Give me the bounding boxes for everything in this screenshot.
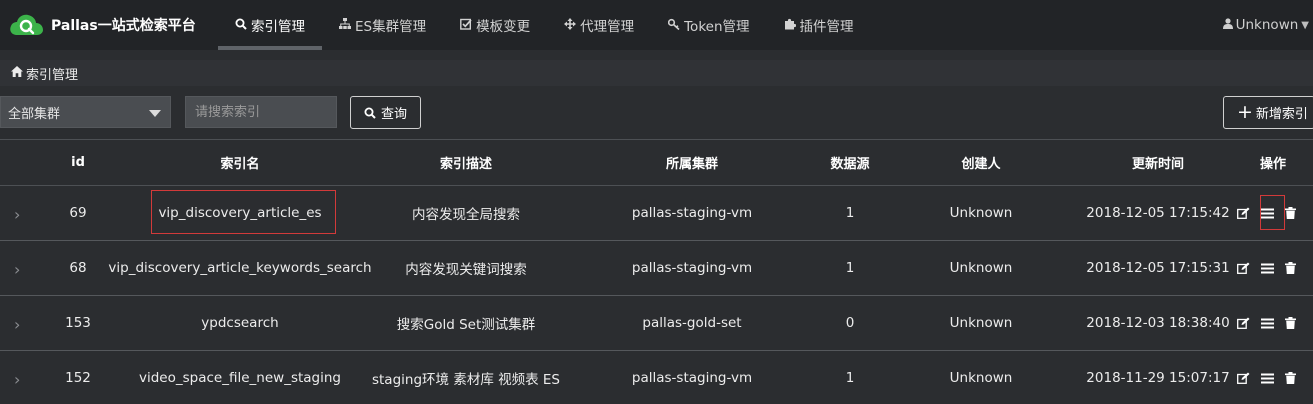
nav-label: 插件管理 bbox=[799, 19, 854, 35]
edit-icon[interactable] bbox=[1236, 317, 1250, 329]
menu-list-icon[interactable] bbox=[1259, 318, 1275, 329]
query-button[interactable]: 查询 bbox=[350, 96, 421, 129]
caret-down-icon bbox=[149, 110, 161, 117]
trash-icon[interactable] bbox=[1284, 262, 1296, 274]
nav-label: 模板变更 bbox=[476, 19, 531, 35]
cell-description: 内容发现关键词搜索 bbox=[405, 262, 527, 278]
edit-icon[interactable] bbox=[1236, 207, 1250, 219]
nav-tab-plugin[interactable]: 插件管理 bbox=[767, 0, 871, 50]
header-updated-time: 更新时间 bbox=[1131, 157, 1184, 172]
header-cluster: 所属集群 bbox=[665, 157, 718, 172]
chevron-right-icon[interactable]: › bbox=[14, 315, 20, 334]
query-button-label: 查询 bbox=[380, 107, 407, 122]
cell-cluster: pallas-staging-vm bbox=[631, 260, 753, 276]
cell-description: staging环境 素材库 视频表 ES bbox=[371, 372, 561, 388]
search-icon bbox=[364, 107, 376, 119]
trash-icon[interactable] bbox=[1284, 207, 1296, 219]
cluster-select-value: 全部集群 bbox=[8, 106, 61, 122]
table-row[interactable]: › 152 video_space_file_new_staging stagi… bbox=[0, 351, 1313, 404]
cell-creator: Unknown bbox=[949, 260, 1013, 276]
edit-icon[interactable] bbox=[1236, 262, 1250, 274]
row-actions bbox=[1236, 262, 1296, 274]
trash-icon[interactable] bbox=[1284, 372, 1296, 384]
nav-tab-index-management[interactable]: 索引管理 bbox=[218, 0, 322, 50]
main-nav: 索引管理 ES集群管理 模板变更 代理管理 Token管理 插件管理 bbox=[218, 0, 871, 50]
breadcrumb: 索引管理 bbox=[0, 60, 1313, 86]
caret-down-icon: ▼ bbox=[1301, 19, 1309, 31]
row-actions bbox=[1236, 372, 1296, 384]
brand-title: Pallas一站式检索平台 bbox=[51, 18, 196, 34]
table-row[interactable]: › 153 ypdcsearch 搜索Gold Set测试集群 pallas-g… bbox=[0, 296, 1313, 351]
puzzle-icon bbox=[784, 18, 796, 33]
cluster-select[interactable]: 全部集群 bbox=[0, 96, 171, 128]
top-navbar: Pallas一站式检索平台 索引管理 ES集群管理 模板变更 代理管理 Toke… bbox=[0, 0, 1313, 50]
user-name: Unknown bbox=[1235, 17, 1299, 33]
header-datasource: 数据源 bbox=[830, 157, 870, 172]
arrows-icon bbox=[564, 17, 577, 33]
cell-datasource: 0 bbox=[845, 315, 855, 331]
user-icon bbox=[1222, 18, 1233, 32]
toolbar: 全部集群 查询 + 新增索引 bbox=[0, 96, 1313, 129]
cell-description: 搜索Gold Set测试集群 bbox=[396, 317, 536, 333]
checkbox-icon bbox=[460, 18, 472, 33]
menu-list-icon[interactable] bbox=[1259, 373, 1275, 384]
edit-icon[interactable] bbox=[1236, 372, 1250, 384]
breadcrumb-label: 索引管理 bbox=[26, 67, 79, 83]
cell-updated-time: 2018-11-29 15:07:17 bbox=[1086, 370, 1230, 386]
cell-datasource: 1 bbox=[845, 260, 855, 276]
nav-tab-proxy[interactable]: 代理管理 bbox=[547, 0, 651, 50]
cell-cluster: pallas-staging-vm bbox=[631, 205, 753, 221]
nav-tab-es-cluster[interactable]: ES集群管理 bbox=[322, 0, 443, 50]
table-header: id 索引名 索引描述 所属集群 数据源 创建人 更新时间 操作 bbox=[0, 140, 1313, 186]
cell-updated-time: 2018-12-03 18:38:40 bbox=[1086, 315, 1230, 331]
nav-label: 索引管理 bbox=[251, 19, 305, 35]
add-index-button[interactable]: + 新增索引 bbox=[1223, 96, 1313, 129]
home-icon bbox=[11, 66, 23, 80]
search-input[interactable] bbox=[185, 96, 337, 128]
nav-label: 代理管理 bbox=[580, 19, 635, 35]
highlight-menu-action bbox=[1260, 195, 1285, 230]
nav-tab-template-change[interactable]: 模板变更 bbox=[443, 0, 547, 50]
header-operations: 操作 bbox=[1259, 157, 1286, 172]
menu-list-icon[interactable] bbox=[1259, 263, 1275, 274]
chevron-right-icon[interactable]: › bbox=[14, 205, 20, 224]
header-creator: 创建人 bbox=[961, 157, 1001, 172]
cell-datasource: 1 bbox=[845, 370, 855, 386]
nav-tab-token[interactable]: Token管理 bbox=[651, 0, 766, 50]
cell-description: 内容发现全局搜索 bbox=[412, 207, 520, 223]
key-icon bbox=[668, 18, 680, 33]
cell-creator: Unknown bbox=[949, 370, 1013, 386]
cell-cluster: pallas-gold-set bbox=[642, 315, 742, 331]
cell-creator: Unknown bbox=[949, 315, 1013, 331]
add-index-label: 新增索引 bbox=[1255, 107, 1308, 122]
search-icon bbox=[235, 18, 247, 33]
row-actions bbox=[1236, 317, 1296, 329]
index-table: id 索引名 索引描述 所属集群 数据源 创建人 更新时间 操作 › 69 vi… bbox=[0, 139, 1313, 404]
trash-icon[interactable] bbox=[1284, 317, 1296, 329]
cell-updated-time: 2018-12-05 17:15:42 bbox=[1086, 205, 1230, 221]
chevron-right-icon[interactable]: › bbox=[14, 370, 20, 389]
nav-label: ES集群管理 bbox=[355, 19, 427, 35]
user-menu[interactable]: Unknown ▼ bbox=[1222, 0, 1309, 50]
sitemap-icon bbox=[339, 17, 351, 33]
header-description: 索引描述 bbox=[439, 157, 492, 172]
cell-creator: Unknown bbox=[949, 205, 1013, 221]
cell-updated-time: 2018-12-05 17:15:31 bbox=[1086, 260, 1230, 276]
cell-cluster: pallas-staging-vm bbox=[631, 370, 753, 386]
nav-label: Token管理 bbox=[684, 19, 750, 35]
chevron-right-icon[interactable]: › bbox=[14, 260, 20, 279]
table-row[interactable]: › 68 vip_discovery_article_keywords_sear… bbox=[0, 241, 1313, 296]
cloud-logo-icon bbox=[8, 12, 44, 38]
highlight-index-name bbox=[151, 190, 336, 234]
plus-icon: + bbox=[1237, 101, 1253, 123]
brand[interactable]: Pallas一站式检索平台 bbox=[0, 0, 218, 50]
cell-datasource: 1 bbox=[845, 205, 855, 221]
